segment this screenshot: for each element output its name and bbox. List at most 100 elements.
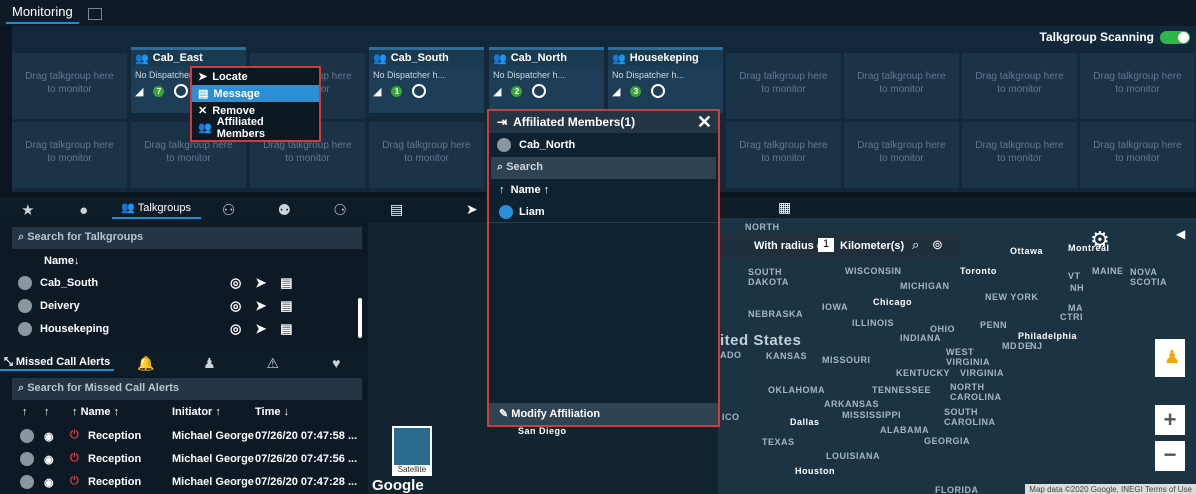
ptt-icon[interactable] <box>412 84 427 98</box>
drag-text: to monitor <box>47 84 92 95</box>
search-icon[interactable]: ⌕ <box>912 237 919 253</box>
col-initiator-header[interactable]: Initiator ↑ <box>172 406 221 418</box>
locate-icon[interactable]: ➤ <box>255 275 266 291</box>
locate-icon[interactable]: ➤ <box>255 298 266 314</box>
locate-icon[interactable]: ➤ <box>255 321 266 337</box>
drag-slot[interactable]: Drag talkgroup here to monitor <box>844 122 959 188</box>
drag-slot[interactable]: Drag talkgroup here to monitor <box>1080 122 1195 188</box>
drag-slot[interactable]: Drag talkgroup here to monitor <box>962 122 1077 188</box>
street-view-button[interactable]: ♟ <box>1155 339 1185 377</box>
film-icon[interactable]: ▦ <box>778 199 791 216</box>
pin-icon[interactable]: ⊚ <box>932 237 943 253</box>
drag-slot[interactable]: Drag talkgroup here to monitor <box>844 53 959 119</box>
modify-affiliation-button[interactable]: ✎ Modify Affiliation <box>489 403 718 425</box>
pegman-icon: ♟ <box>1164 347 1181 367</box>
header-label: Name <box>80 406 111 418</box>
sort-up-icon[interactable]: ↑ <box>22 406 28 418</box>
message-icon[interactable]: ▤ <box>280 321 292 337</box>
person-alert-icon[interactable]: ♟ <box>178 355 241 372</box>
star-icon[interactable]: ★ <box>0 201 56 219</box>
ptt-icon[interactable] <box>174 84 189 98</box>
col-time-header[interactable]: Time ↓ <box>255 406 289 418</box>
talkgroup-search[interactable]: ⌕ Search for Talkgroups <box>12 227 362 249</box>
people-icon[interactable]: ⚉ <box>256 201 312 219</box>
map-attribution[interactable]: Map data ©2020 Google, INEGI Terms of Us… <box>1025 484 1196 494</box>
name-header[interactable]: Name ↓ <box>0 249 360 272</box>
map-label: MD <box>1002 341 1017 351</box>
heartbeat-icon[interactable]: ♥ <box>305 355 368 371</box>
drag-slot[interactable]: Drag talkgroup here to monitor <box>1080 53 1195 119</box>
alert-row[interactable]: ◉ ⏻ Reception Michael George 07/26/20 07:47:… <box>0 472 360 494</box>
zoom-out-button[interactable]: − <box>1155 441 1185 471</box>
card-name: Cab_North <box>510 52 567 64</box>
user-icon[interactable]: ● <box>56 202 112 219</box>
close-icon[interactable]: ✕ <box>697 112 712 133</box>
map-label: FLORIDA <box>935 485 979 494</box>
talkgroup-card[interactable]: 👥 Cab_South No Dispatcher h... ◢ 1 <box>369 47 484 113</box>
col-name-header[interactable]: ↑ Name ↑ <box>72 406 119 418</box>
alert-row[interactable]: ◉ ⏻ Reception Michael George 07/26/20 07:47:… <box>0 449 360 471</box>
talkgroup-card[interactable]: 👥 Housekeping No Dispatcher h... ◢ 3 <box>608 47 723 113</box>
scanning-toggle[interactable] <box>1160 30 1190 44</box>
signal-icon: ◢ <box>493 85 502 98</box>
drag-slot[interactable]: Drag talkgroup here to monitor <box>369 122 484 188</box>
sort-up-icon[interactable]: ↑ <box>44 406 50 418</box>
ptt-icon[interactable] <box>651 84 666 98</box>
map-label: TEXAS <box>762 437 795 447</box>
drag-text: Drag talkgroup here <box>739 140 828 151</box>
emergency-icon[interactable]: ⚠ <box>241 355 304 372</box>
scrollbar[interactable] <box>358 298 362 338</box>
drag-text: Drag talkgroup here <box>1093 71 1182 82</box>
satellite-toggle[interactable]: Satellite <box>392 426 432 476</box>
message-icon[interactable]: ▤ <box>390 201 403 218</box>
member-row[interactable]: Liam <box>489 201 718 223</box>
window-icon[interactable] <box>88 8 102 20</box>
talkgroup-name: Housekeping <box>40 322 110 335</box>
message-icon[interactable]: ▤ <box>280 275 292 291</box>
talkgroup-row[interactable]: Housekeping ◎ ➤ ▤ <box>0 317 360 340</box>
map-label: Philadelphia <box>1018 331 1078 341</box>
user-status-icon <box>499 204 513 219</box>
talkgroup-scanning[interactable]: Talkgroup Scanning <box>1040 30 1190 44</box>
drag-slot[interactable]: Drag talkgroup here to monitor <box>726 53 841 119</box>
card-name: Cab_East <box>152 52 203 64</box>
close-icon: ✕ <box>198 105 208 117</box>
members-icon: 👥 <box>198 122 212 134</box>
bell-icon[interactable]: 🔔 <box>114 355 177 372</box>
locate-icon[interactable]: ➤ <box>466 201 478 218</box>
alert-tabs: ⤡ Missed Call Alerts 🔔 ♟ ⚠ ♥ <box>0 350 368 376</box>
network-icon[interactable]: ⚇ <box>201 201 257 219</box>
talkgroup-card[interactable]: 👥 Cab_North No Dispatcher h... ◢ 2 <box>489 47 604 113</box>
member-name-header[interactable]: ↑ Name ↑ <box>489 179 718 201</box>
tab-missed-call-alerts[interactable]: ⤡ Missed Call Alerts <box>0 356 115 371</box>
talkgroup-row[interactable]: Deivery ◎ ➤ ▤ <box>0 294 360 317</box>
drag-slot[interactable]: Drag talkgroup here to monitor <box>726 122 841 188</box>
menu-item-affiliated-members[interactable]: 👥 Affiliated Members <box>192 116 319 140</box>
collapse-icon[interactable]: ◀ <box>1176 227 1185 241</box>
drag-slot[interactable]: Drag talkgroup here to monitor <box>962 53 1077 119</box>
drag-slot[interactable]: Drag talkgroup here to monitor <box>12 122 127 188</box>
menu-item-locate[interactable]: ➤ Locate <box>192 68 319 85</box>
tab-monitoring[interactable]: Monitoring <box>6 0 79 24</box>
ptt-icon[interactable]: ◎ <box>230 321 241 337</box>
member-search[interactable]: ⌕ Search <box>491 157 716 179</box>
map-label: WISCONSIN <box>845 266 902 276</box>
drag-slot[interactable]: Drag talkgroup here to monitor <box>12 53 127 119</box>
ptt-icon[interactable] <box>532 84 547 98</box>
google-logo: Google <box>372 477 424 494</box>
message-icon[interactable]: ▤ <box>280 298 292 314</box>
map-label: KENTUCKY <box>896 368 951 378</box>
alert-row[interactable]: ◉ ⏻ Reception Michael George 07/26/20 07:47:… <box>0 426 360 448</box>
talkgroup-name: Cab_South <box>40 276 99 289</box>
share-icon[interactable]: ⚆ <box>312 201 368 219</box>
map-label: SOUTH CAROLINA <box>944 407 996 427</box>
ptt-icon[interactable]: ◎ <box>230 298 241 314</box>
missed-alert-search[interactable]: ⌕ Search for Missed Call Alerts <box>12 378 362 400</box>
radius-input[interactable]: 1 <box>818 238 834 252</box>
talkgroup-row[interactable]: Cab_South ◎ ➤ ▤ <box>0 271 360 294</box>
menu-item-message[interactable]: ▤ Message <box>192 85 319 102</box>
zoom-in-button[interactable]: + <box>1155 405 1185 435</box>
drag-text: to monitor <box>761 84 806 95</box>
ptt-icon[interactable]: ◎ <box>230 275 241 291</box>
tab-talkgroups[interactable]: 👥 Talkgroups <box>111 201 201 219</box>
